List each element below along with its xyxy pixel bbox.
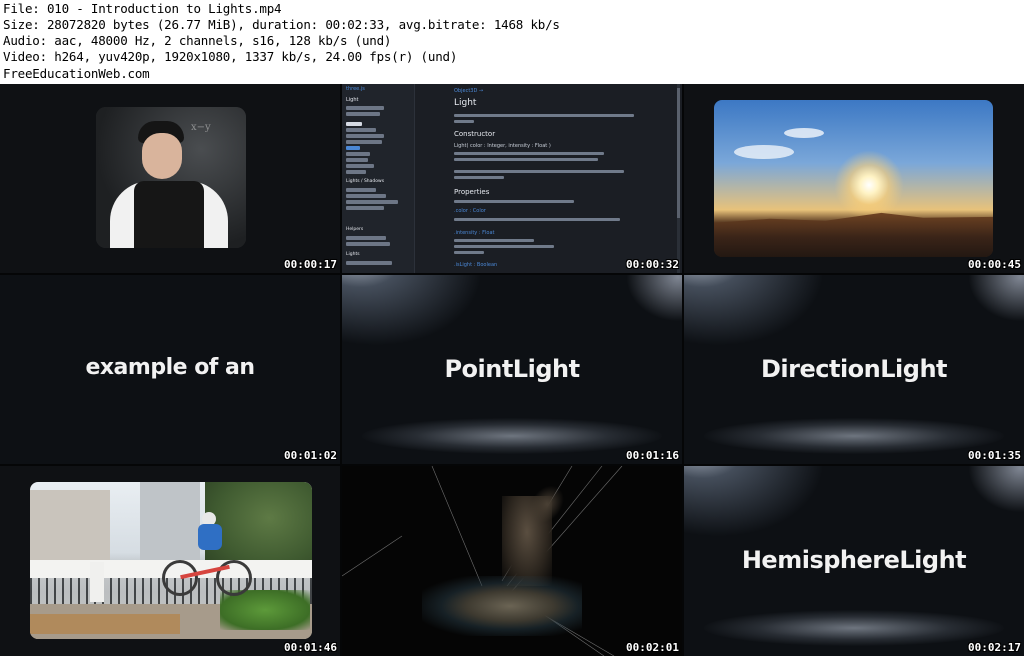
docs-section-lights: Lights [346, 252, 360, 257]
docs-sidebar: three.js Light Lights / Shadows Helpers … [342, 84, 415, 273]
file-name-line: File: 010 - Introduction to Lights.mp4 [3, 1, 282, 16]
timestamp: 00:01:16 [626, 449, 679, 462]
cyclist-image [30, 482, 312, 639]
file-info-header: File: 010 - Introduction to Lights.mp4 S… [0, 0, 1024, 84]
file-size-line: Size: 28072820 bytes (26.77 MiB), durati… [3, 17, 560, 32]
floor-light-pool [704, 610, 1004, 646]
timestamp: 00:02:17 [968, 641, 1021, 654]
docs-section-shadows: Lights / Shadows [346, 179, 385, 184]
presenter-frame: x−y [96, 107, 246, 248]
docs-scrollbar [677, 84, 680, 273]
floor-light-pool [362, 418, 662, 454]
docs-constructor-heading: Constructor [454, 130, 496, 138]
slide-text: example of an [85, 355, 255, 380]
spotlight-beam-right [622, 275, 682, 325]
timestamp: 00:01:46 [284, 641, 337, 654]
docs-prop-intensity: .intensity : Float [454, 230, 495, 236]
thumbnail-cyclist: 00:01:46 [0, 466, 340, 656]
thumbnail-text-example: example of an 00:01:02 [0, 275, 340, 464]
slide-text: HemisphereLight [741, 546, 967, 574]
docs-constructor-sig: Light( color : Integer, intensity : Floa… [454, 143, 551, 149]
thumbnail-sunset: 00:00:45 [684, 84, 1024, 273]
thumbnail-grid: x−y 00:00:17 three.js Light Lights / Sha… [0, 84, 1024, 656]
thumbnail-statue: 00:02:01 [342, 466, 682, 656]
thumbnail-presenter: x−y 00:00:17 [0, 84, 340, 273]
thumbnail-hemispherelight: HemisphereLight 00:02:17 [684, 466, 1024, 656]
slide-text: DirectionLight [760, 355, 948, 383]
docs-prop-color: .color : Color [454, 208, 486, 214]
timestamp: 00:02:01 [626, 641, 679, 654]
floor-light-pool [704, 418, 1004, 454]
spotlight-beam-right [964, 466, 1024, 516]
docs-tab: three.js [346, 86, 365, 92]
thumbnail-pointlight: PointLight 00:01:16 [342, 275, 682, 464]
docs-properties-heading: Properties [454, 188, 490, 196]
video-info-line: Video: h264, yuv420p, 1920x1080, 1337 kb… [3, 49, 458, 64]
slide-text: PointLight [444, 355, 580, 383]
docs-breadcrumb: Object3D → [454, 88, 484, 94]
docs-section-helpers: Helpers [346, 227, 364, 232]
statue-base [422, 576, 582, 636]
docs-prop-islight: .isLight : Boolean [454, 262, 498, 268]
thumbnail-documentation: three.js Light Lights / Shadows Helpers … [342, 84, 682, 273]
audio-info-line: Audio: aac, 48000 Hz, 2 channels, s16, 1… [3, 33, 392, 48]
watermark-line: FreeEducationWeb.com [3, 66, 150, 81]
timestamp: 00:00:45 [968, 258, 1021, 271]
sunset-image [714, 100, 993, 257]
timestamp: 00:00:17 [284, 258, 337, 271]
thumbnail-directionlight: DirectionLight 00:01:35 [684, 275, 1024, 464]
docs-title: Light [454, 98, 477, 108]
docs-sidebar-title: Light [346, 97, 359, 103]
timestamp: 00:01:02 [284, 449, 337, 462]
timestamp: 00:01:35 [968, 449, 1021, 462]
timestamp: 00:00:32 [626, 258, 679, 271]
spotlight-beam-right [964, 275, 1024, 325]
